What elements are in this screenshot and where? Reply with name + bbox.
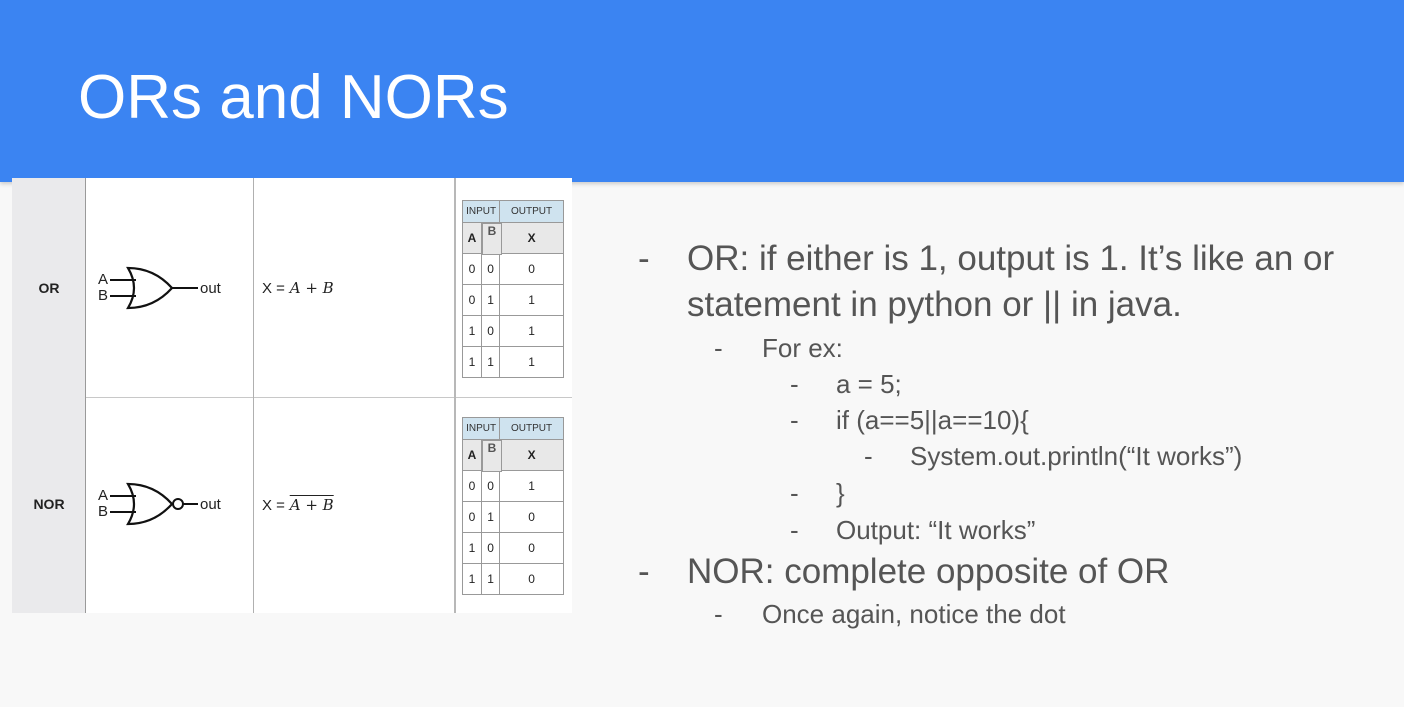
nor-gate-symbol-icon: A B out [98, 482, 222, 526]
input-b-label: B [98, 287, 108, 304]
title-bar: ORs and NORs [0, 0, 1404, 182]
or-equation: X = A + B [262, 279, 334, 297]
gate-row-or: OR A B out X = A + B INPUT OUTPUT A B X … [12, 178, 572, 398]
gate-name-nor: NOR [33, 496, 65, 512]
or-gate-symbol-icon: A B out [98, 266, 222, 310]
output-label: out [200, 496, 222, 513]
or-truth-table: INPUT OUTPUT A B X 000 011 101 111 [461, 200, 564, 378]
nor-equation: X = A + B [262, 496, 334, 514]
input-b-label: B [98, 503, 108, 520]
slide-title: ORs and NORs [78, 63, 509, 132]
gate-name-or: OR [38, 280, 60, 296]
logic-gate-table-image: OR A B out X = A + B INPUT OUTPUT A B X … [12, 178, 572, 613]
input-a-label: A [98, 271, 108, 288]
output-label: out [200, 280, 222, 297]
bullet-or-continued: statement in python or || in java. [687, 285, 1182, 324]
nor-truth-table: INPUT OUTPUT A B X 001 010 100 110 [461, 417, 564, 595]
input-a-label: A [98, 487, 108, 504]
